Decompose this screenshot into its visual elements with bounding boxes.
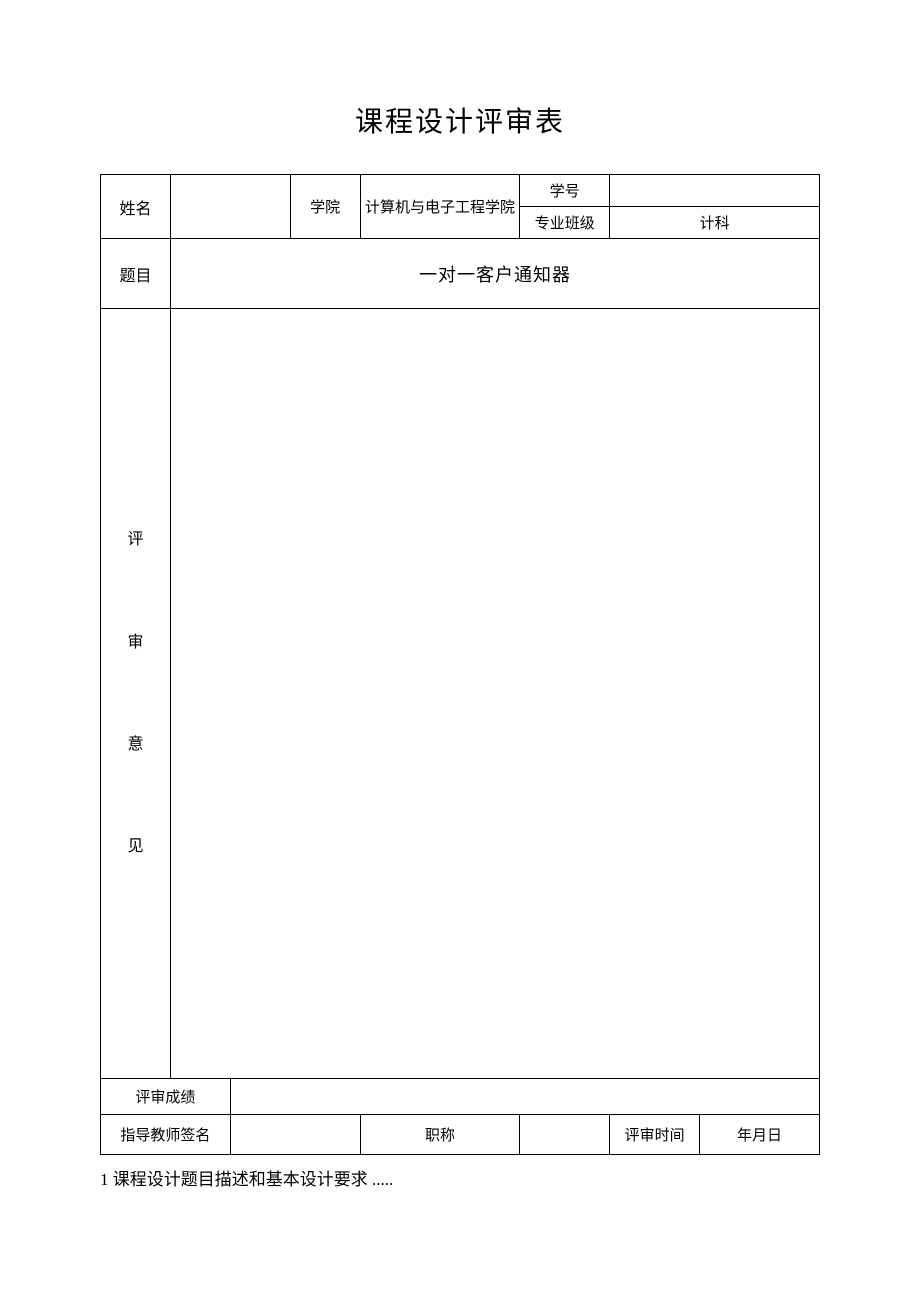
value-supervisor-sign <box>230 1115 360 1155</box>
label-review-opinion: 评审意见 <box>101 309 171 1079</box>
value-student-id <box>610 175 820 207</box>
label-job-title: 职称 <box>360 1115 520 1155</box>
value-topic: 一对一客户通知器 <box>170 239 819 309</box>
value-name <box>170 175 290 239</box>
label-name: 姓名 <box>101 175 171 239</box>
label-topic: 题目 <box>101 239 171 309</box>
value-college: 计算机与电子工程学院 <box>360 175 520 239</box>
value-review-opinion <box>170 309 819 1079</box>
label-supervisor-sign: 指导教师签名 <box>101 1115 231 1155</box>
value-review-score <box>230 1079 819 1115</box>
review-form-table: 姓名 学院 计算机与电子工程学院 学号 专业班级 计科 题目 一对一客户通知器 … <box>100 174 820 1155</box>
label-review-opinion-text: 评审意见 <box>103 514 168 872</box>
label-college: 学院 <box>290 175 360 239</box>
label-student-id: 学号 <box>520 175 610 207</box>
label-review-time: 评审时间 <box>610 1115 700 1155</box>
footer-text: 1 课程设计题目描述和基本设计要求 ..... <box>100 1165 820 1190</box>
value-job-title <box>520 1115 610 1155</box>
page-title: 课程设计评审表 <box>0 100 920 140</box>
value-major-class: 计科 <box>610 207 820 239</box>
label-review-score: 评审成绩 <box>101 1079 231 1115</box>
label-major-class: 专业班级 <box>520 207 610 239</box>
value-date-format: 年月日 <box>700 1115 820 1155</box>
